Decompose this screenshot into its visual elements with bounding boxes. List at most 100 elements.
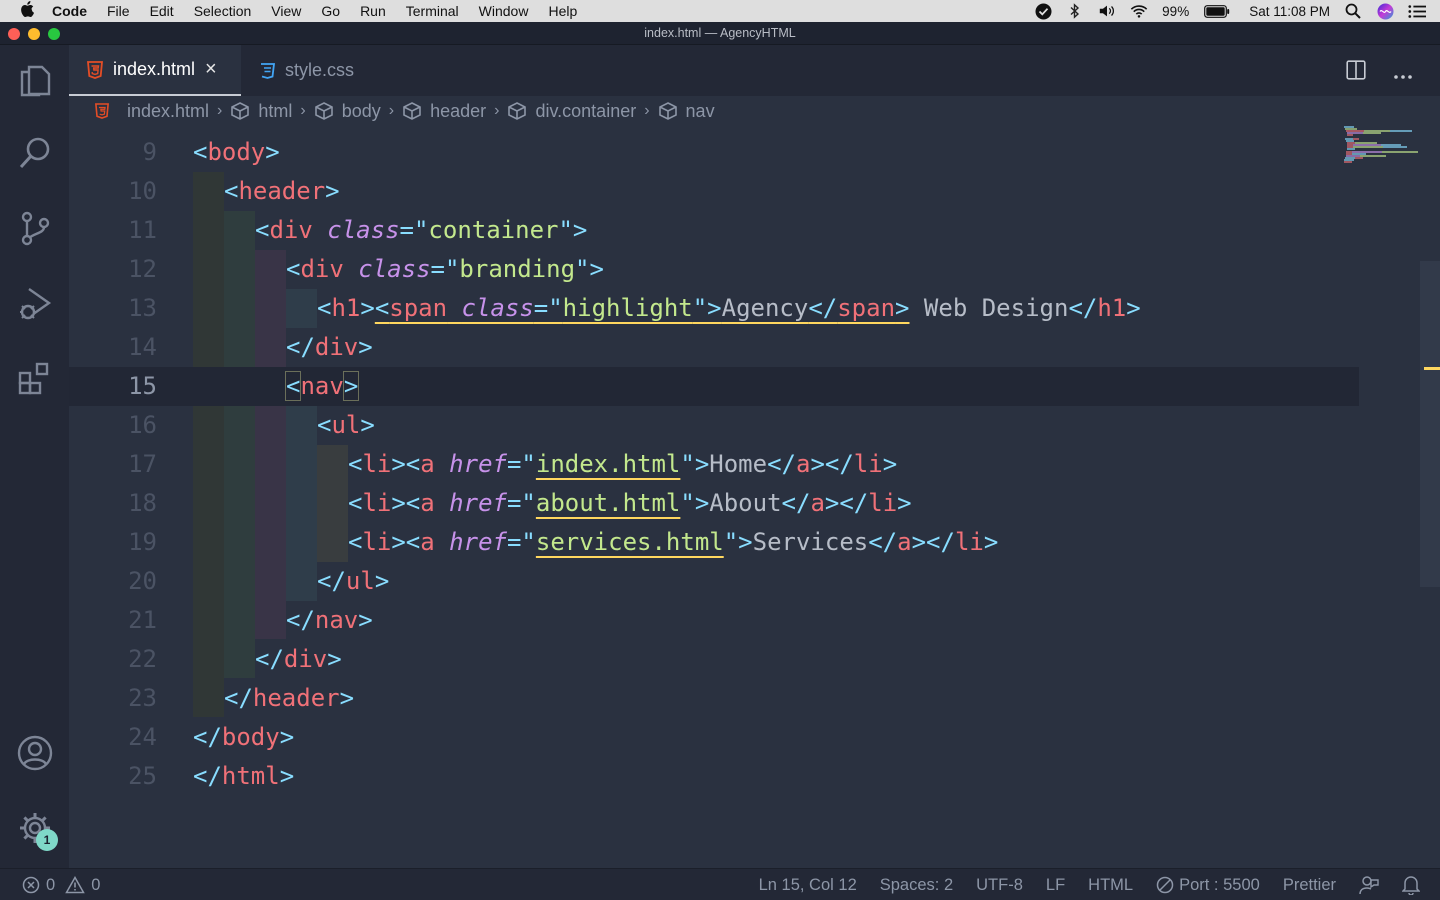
lint-warning-underline[interactable]: <span class="highlight">Agency</span>: [375, 294, 910, 322]
menu-run[interactable]: Run: [350, 0, 396, 22]
language-mode[interactable]: HTML: [1088, 876, 1133, 895]
activity-bar: [0, 45, 69, 868]
line-number: 16: [128, 411, 157, 439]
tab-style-css[interactable]: style.css: [241, 45, 371, 96]
menu-selection[interactable]: Selection: [184, 0, 262, 22]
breadcrumb-body[interactable]: body: [314, 101, 381, 122]
siri-icon[interactable]: [1376, 2, 1394, 20]
code-line[interactable]: 11 <div class="container">: [69, 211, 1359, 250]
battery-icon[interactable]: [1203, 2, 1231, 20]
window-title: index.html — AgencyHTML: [644, 26, 796, 40]
code-line-current[interactable]: 15 <nav>: [69, 367, 1359, 406]
tab-label: index.html: [113, 59, 196, 79]
breadcrumb: index.html › html › body › header › div.…: [69, 96, 1440, 126]
chevron-right-icon: ›: [217, 102, 223, 119]
cursor-position[interactable]: Ln 15, Col 12: [759, 876, 857, 895]
indentation-setting[interactable]: Spaces: 2: [880, 876, 953, 895]
symbol-element-icon: [508, 102, 527, 120]
account-icon[interactable]: [0, 723, 69, 783]
close-tab-icon[interactable]: ×: [205, 58, 217, 81]
status-bar: 0 0 Ln 15, Col 12 Spaces: 2 UTF-8 LF HTM…: [0, 868, 1440, 900]
zoom-window-button[interactable]: [48, 28, 60, 40]
minimap[interactable]: [1342, 125, 1422, 185]
close-window-button[interactable]: [8, 28, 20, 40]
circle-slash-icon: [1156, 876, 1174, 894]
code-editor[interactable]: 9 <body> 10 <header> 11 <div class="contain…: [69, 126, 1440, 868]
line-number: 10: [128, 177, 157, 205]
editor-tab-bar: index.html × style.css: [69, 45, 1440, 96]
explorer-icon[interactable]: [0, 49, 69, 109]
code-line[interactable]: 12 <div class="branding">: [69, 250, 1359, 289]
vertical-scrollbar[interactable]: [1420, 261, 1440, 587]
menu-terminal[interactable]: Terminal: [396, 0, 469, 22]
link-href[interactable]: services.html: [536, 528, 724, 556]
code-line[interactable]: 9 <body>: [69, 133, 1359, 172]
notification-center-icon[interactable]: [1408, 2, 1426, 20]
line-number: 14: [128, 333, 157, 361]
menu-edit[interactable]: Edit: [140, 0, 184, 22]
checkmark-circle-icon[interactable]: [1034, 2, 1052, 20]
code-line[interactable]: 22 </div>: [69, 640, 1359, 679]
symbol-element-icon: [403, 102, 421, 120]
code-line[interactable]: 14 </div>: [69, 328, 1359, 367]
code-line[interactable]: 13 <h1><span class="highlight">Agency</sp…: [69, 289, 1359, 328]
css3-icon: [259, 62, 275, 80]
breadcrumb-file[interactable]: index.html: [95, 101, 209, 122]
symbol-element-icon: [658, 102, 677, 120]
code-line[interactable]: 20 </ul>: [69, 562, 1359, 601]
window-controls: [8, 28, 60, 40]
menu-view[interactable]: View: [261, 0, 311, 22]
volume-icon[interactable]: [1098, 2, 1116, 20]
end-of-line[interactable]: LF: [1046, 876, 1065, 895]
code-line[interactable]: 23 </header>: [69, 679, 1359, 718]
breadcrumb-nav[interactable]: nav: [658, 101, 715, 122]
run-debug-icon[interactable]: [0, 274, 69, 334]
error-count: 0: [46, 875, 56, 894]
code-line[interactable]: 24 </body>: [69, 718, 1359, 757]
code-line[interactable]: 17 <li><a href="index.html">Home</a></li>: [69, 445, 1359, 484]
spotlight-search-icon[interactable]: [1344, 2, 1362, 20]
menu-go[interactable]: Go: [311, 0, 350, 22]
breadcrumb-div-container[interactable]: div.container: [507, 101, 636, 122]
breadcrumb-header[interactable]: header: [402, 101, 486, 122]
code-line[interactable]: 16 <ul>: [69, 406, 1359, 445]
warning-count: 0: [91, 875, 101, 894]
live-server-status[interactable]: Port : 5500: [1156, 876, 1260, 895]
wifi-icon[interactable]: [1130, 2, 1148, 20]
settings-update-badge[interactable]: 1: [36, 829, 58, 851]
source-control-icon[interactable]: [0, 198, 69, 258]
split-editor-icon[interactable]: [1346, 60, 1366, 85]
tab-index-html[interactable]: index.html ×: [69, 45, 241, 96]
menu-help[interactable]: Help: [538, 0, 587, 22]
file-encoding[interactable]: UTF-8: [976, 876, 1023, 895]
link-href[interactable]: about.html: [536, 489, 681, 517]
menu-file[interactable]: File: [97, 0, 140, 22]
code-line[interactable]: 25 </html>: [69, 757, 1359, 796]
code-line[interactable]: 21 </nav>: [69, 601, 1359, 640]
problems-indicator[interactable]: 0 0: [22, 869, 100, 900]
menu-app-name[interactable]: Code: [42, 0, 97, 22]
scrollbar-warning-marker: [1424, 367, 1440, 370]
code-line[interactable]: 10 <header>: [69, 172, 1359, 211]
code-line[interactable]: 18 <li><a href="about.html">About</a></li…: [69, 484, 1359, 523]
settings-gear-icon[interactable]: [0, 798, 69, 858]
menubar-clock[interactable]: Sat 11:08 PM: [1249, 4, 1330, 19]
prettier-formatter[interactable]: Prettier: [1283, 876, 1336, 895]
extensions-icon[interactable]: [0, 349, 69, 409]
link-href[interactable]: index.html: [536, 450, 681, 478]
warning-icon: [65, 876, 85, 894]
minimize-window-button[interactable]: [28, 28, 40, 40]
error-icon: [22, 876, 40, 894]
chevron-right-icon: ›: [388, 102, 395, 119]
menu-window[interactable]: Window: [469, 0, 539, 22]
feedback-icon[interactable]: [1359, 875, 1379, 895]
notifications-bell-icon[interactable]: [1402, 875, 1420, 895]
code-line[interactable]: 19 <li><a href="services.html">Services</…: [69, 523, 1359, 562]
bluetooth-icon[interactable]: [1066, 2, 1084, 20]
breadcrumb-html[interactable]: html: [230, 101, 292, 122]
chevron-right-icon: ›: [300, 102, 306, 119]
apple-icon[interactable]: [12, 1, 42, 21]
line-number: 15: [128, 372, 157, 400]
search-icon[interactable]: [0, 123, 69, 183]
more-actions-icon[interactable]: [1393, 67, 1413, 85]
